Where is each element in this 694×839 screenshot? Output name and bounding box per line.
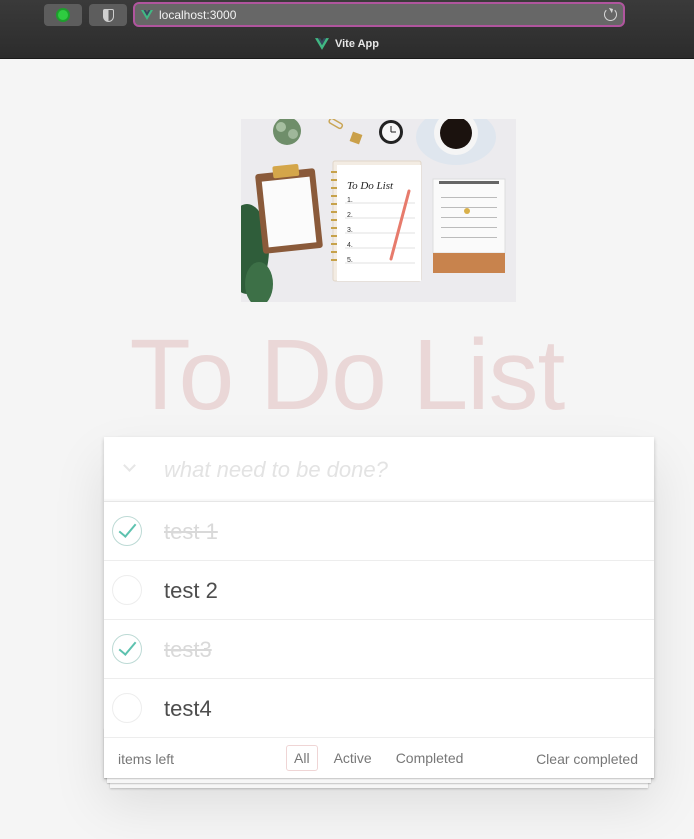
filter-completed[interactable]: Completed (388, 745, 472, 771)
todo-checkbox[interactable] (112, 575, 142, 605)
tab[interactable]: Vite App (0, 38, 694, 50)
items-left-count: items left (118, 751, 175, 767)
notepad-line: 4. (347, 242, 353, 249)
hero-image: To Do List 1. 2. 3. 4. 5. (241, 119, 516, 302)
address-bar[interactable]: localhost:3000 (133, 2, 625, 27)
notepad-line: 5. (347, 257, 353, 264)
reload-icon[interactable] (604, 8, 617, 21)
extension-button[interactable] (44, 4, 82, 26)
todo-checkbox[interactable] (112, 516, 142, 546)
browser-toolbar: localhost:3000 Vite App (0, 0, 694, 59)
todo-label[interactable]: test 2 (164, 578, 218, 604)
filter-all[interactable]: All (286, 745, 318, 771)
todo-item: test 1 (104, 502, 654, 561)
todo-item: test3 (104, 620, 654, 679)
todo-checkbox[interactable] (112, 634, 142, 664)
todo-item: test4 (104, 679, 654, 738)
todo-label[interactable]: test3 (164, 637, 212, 663)
toggle-all-button[interactable] (120, 459, 138, 477)
todo-checkbox[interactable] (112, 693, 142, 723)
todo-label[interactable]: test 1 (164, 519, 218, 545)
todo-label[interactable]: test4 (164, 696, 212, 722)
todo-app: test 1 test 2 test3 test4 items left All… (104, 437, 654, 778)
page-title: To Do List (129, 319, 566, 431)
vue-logo-icon (314, 38, 329, 50)
tab-title: Vite App (334, 38, 379, 50)
extension-icon (56, 8, 70, 22)
clear-completed-button[interactable]: Clear completed (536, 751, 638, 767)
notepad-line: 3. (347, 227, 353, 234)
todo-footer: items left All Active Completed Clear co… (104, 738, 654, 778)
notepad-line: 1. (347, 197, 353, 204)
filter-tabs: All Active Completed (286, 745, 471, 771)
new-todo-input[interactable] (164, 453, 634, 487)
new-todo-row (104, 437, 654, 502)
notepad-heading: To Do List (347, 180, 394, 192)
privacy-button[interactable] (89, 4, 127, 26)
notepad-line: 2. (347, 212, 353, 219)
shield-icon (102, 8, 114, 22)
todo-list: test 1 test 2 test3 test4 (104, 502, 654, 738)
filter-active[interactable]: Active (326, 745, 380, 771)
url-text: localhost:3000 (159, 7, 237, 22)
todo-item: test 2 (104, 561, 654, 620)
chevron-down-icon (122, 459, 136, 472)
vue-logo-icon (141, 9, 153, 20)
